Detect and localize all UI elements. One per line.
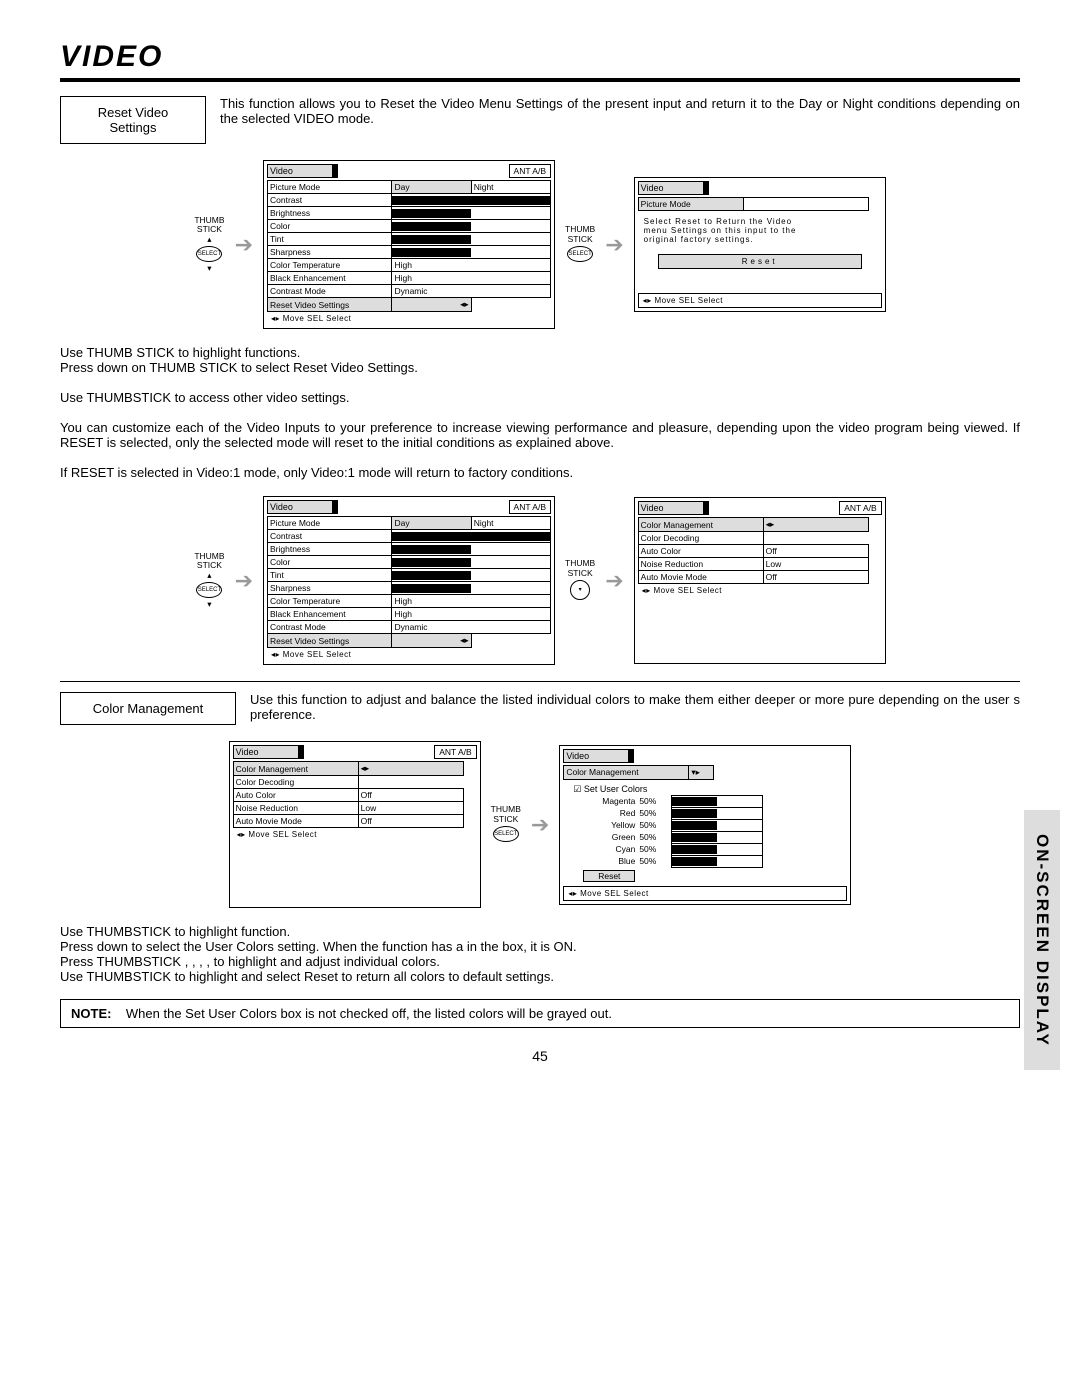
arrow-right-icon: ➔ bbox=[605, 232, 623, 258]
instruction-text-2: Use THUMBSTICK to highlight function. Pr… bbox=[60, 924, 1020, 984]
arrow-right-icon: ➔ bbox=[235, 568, 253, 594]
arrow-right-icon: ➔ bbox=[531, 812, 549, 838]
osd-color-menu: Video ANT A/B Color Management◂▸Color De… bbox=[634, 497, 886, 664]
arrow-right-icon: ➔ bbox=[605, 568, 623, 594]
arrow-right-icon: ➔ bbox=[235, 232, 253, 258]
thumbstick-icon: THUMBSTICK SELECT bbox=[491, 805, 521, 844]
reset-button[interactable]: Reset bbox=[658, 254, 862, 269]
note-box: NOTE: When the Set User Colors box is no… bbox=[60, 999, 1020, 1028]
reset-video-label: Reset Video Settings bbox=[60, 96, 206, 144]
osd-video-menu-2: Video ANT A/B Picture ModeDayNightContra… bbox=[263, 496, 555, 665]
color-mgmt-label: Color Management bbox=[60, 692, 236, 725]
reset-video-desc: This function allows you to Reset the Vi… bbox=[220, 96, 1020, 126]
figure-row-2: THUMBSTICK ▴SELECT▾ ➔ Video ANT A/B Pict… bbox=[60, 496, 1020, 665]
osd-video-menu: Video ANT A/B Picture ModeDayNightContra… bbox=[263, 160, 555, 329]
osd-user-colors: Video Color Management▾▸ Set User Colors… bbox=[559, 745, 851, 905]
thumbstick-icon: THUMBSTICK ▴SELECT▾ bbox=[194, 552, 224, 609]
page-number: 45 bbox=[60, 1048, 1020, 1064]
divider bbox=[60, 681, 1020, 682]
reset-video-header: Reset Video Settings This function allow… bbox=[60, 96, 1020, 144]
side-tab: ON-SCREEN DISPLAY bbox=[1024, 810, 1060, 1070]
page-title: VIDEO bbox=[60, 40, 1020, 74]
thumbstick-icon: THUMBSTICK SELECT bbox=[565, 225, 595, 264]
reset-colors-button[interactable]: Reset bbox=[583, 870, 635, 882]
thumbstick-icon: THUMBSTICK ▾ bbox=[565, 559, 595, 602]
thumbstick-icon: THUMBSTICK ▴SELECT▾ bbox=[194, 216, 224, 273]
color-mgmt-desc: Use this function to adjust and balance … bbox=[250, 692, 1020, 722]
color-mgmt-header: Color Management Use this function to ad… bbox=[60, 692, 1020, 725]
figure-row-1: THUMBSTICK ▴SELECT▾ ➔ Video ANT A/B Pict… bbox=[60, 160, 1020, 329]
title-rule bbox=[60, 78, 1020, 82]
osd-reset-dialog: Video Picture Mode Select Reset to Retur… bbox=[634, 177, 886, 312]
instruction-text: Use THUMB STICK to highlight functions. … bbox=[60, 345, 1020, 480]
figure-row-3: Video ANT A/B Color Management◂▸Color De… bbox=[60, 741, 1020, 908]
osd-color-menu-2: Video ANT A/B Color Management◂▸Color De… bbox=[229, 741, 481, 908]
